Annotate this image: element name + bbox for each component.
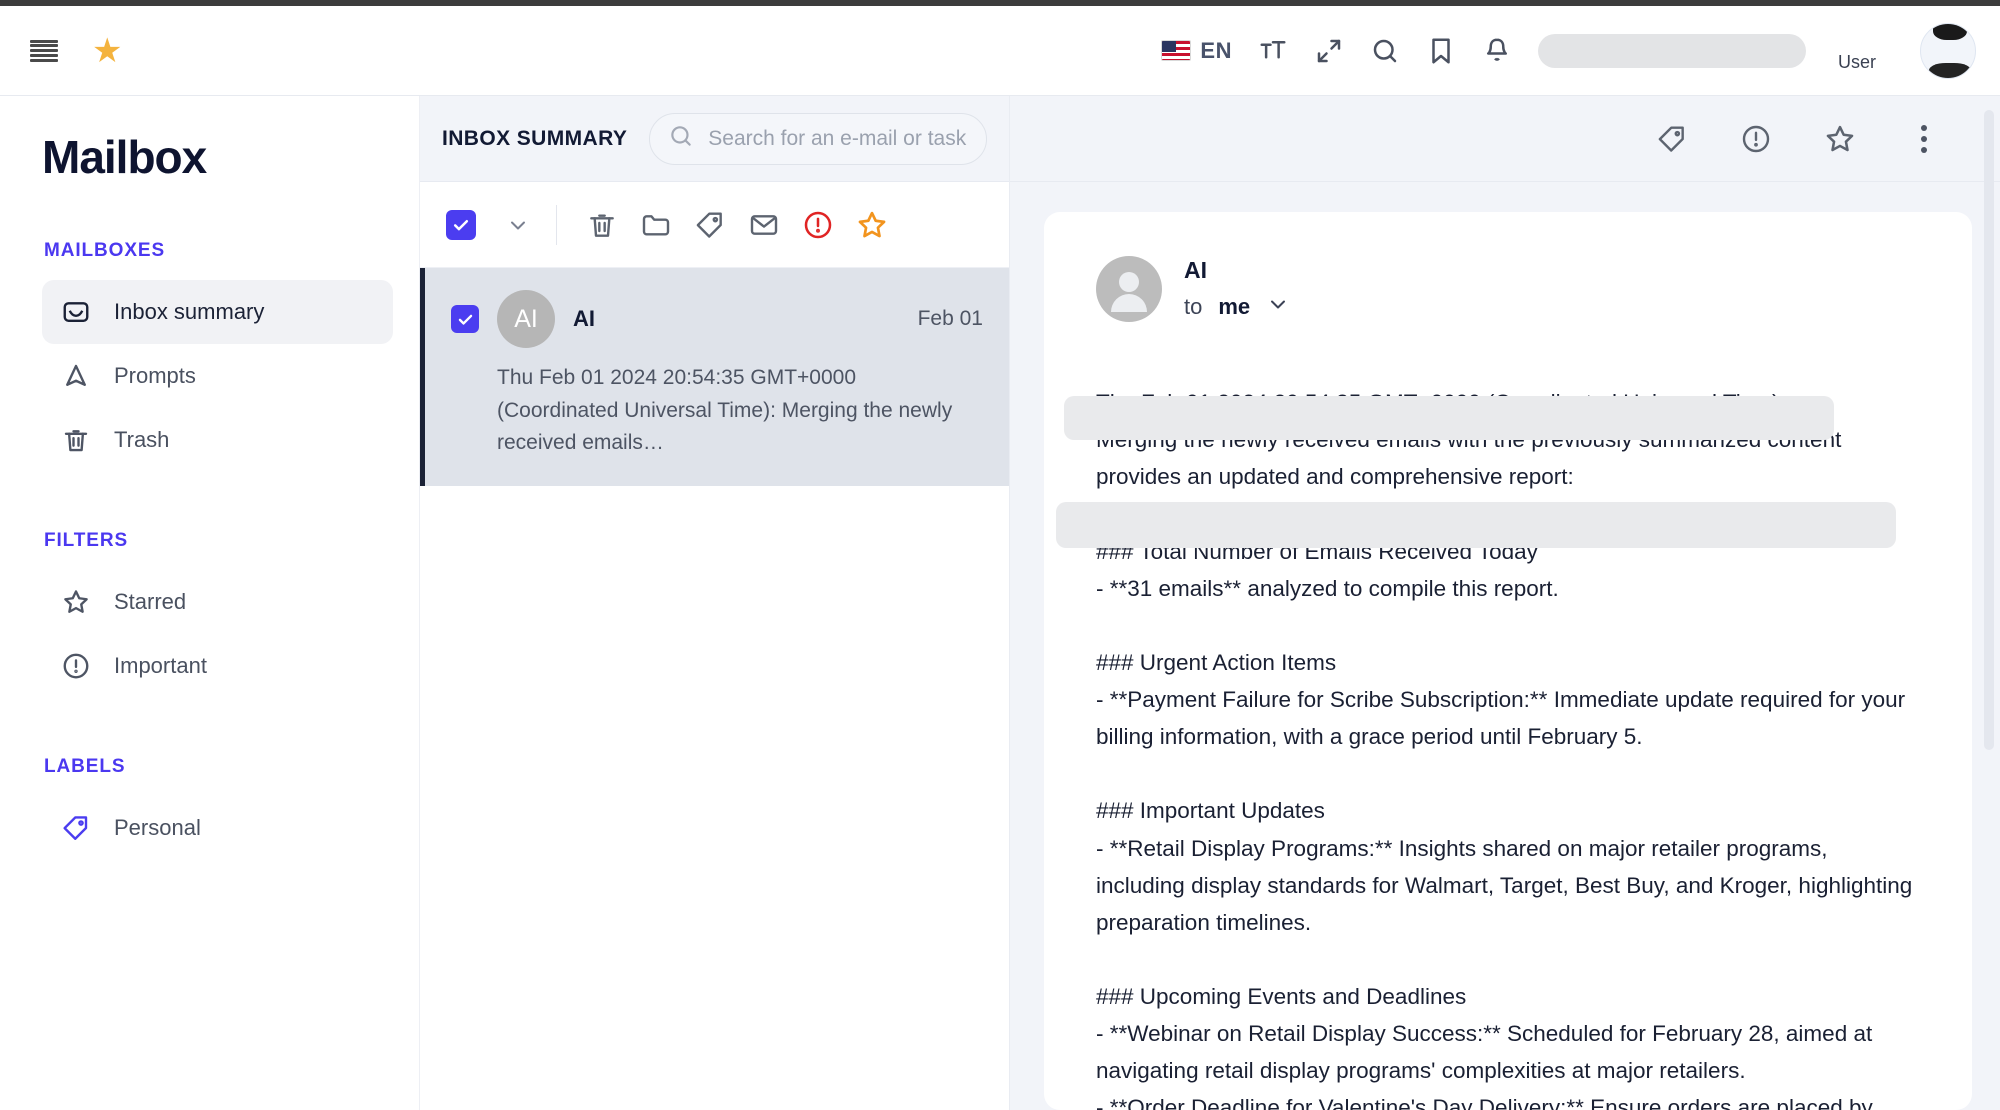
trash-icon xyxy=(60,424,92,456)
message-sender: AI xyxy=(1184,256,1207,283)
bell-icon[interactable] xyxy=(1482,36,1512,66)
chevron-down-icon[interactable] xyxy=(498,205,538,245)
search-box[interactable] xyxy=(649,112,987,165)
redacted-text-block xyxy=(1056,502,1896,548)
delete-button[interactable] xyxy=(575,198,629,252)
toolbar-divider xyxy=(556,204,557,245)
text-size-icon[interactable] xyxy=(1258,36,1288,66)
sidebar-item-important[interactable]: Important xyxy=(42,634,393,698)
select-all-checkbox[interactable] xyxy=(446,209,476,240)
reading-pane-toolbar xyxy=(1010,96,2000,182)
user-name-label: User xyxy=(1837,52,1876,72)
avatar: AI xyxy=(497,290,555,348)
tag-icon xyxy=(60,812,92,844)
sidebar-item-prompts[interactable]: Prompts xyxy=(42,344,393,408)
message-recipient[interactable]: to me xyxy=(1184,292,1290,322)
avatar[interactable] xyxy=(1920,22,1976,79)
hamburger-menu-icon[interactable] xyxy=(30,39,58,62)
important-icon xyxy=(60,650,92,682)
message-card: AI to me T xyxy=(1044,212,1972,1110)
mark-important-button[interactable] xyxy=(1732,115,1780,163)
list-item-date: Feb 01 xyxy=(917,307,983,330)
mark-important-button[interactable] xyxy=(791,198,845,252)
list-title: INBOX SUMMARY xyxy=(442,126,628,150)
more-vertical-icon[interactable] xyxy=(1900,115,1948,163)
sidebar-item-inbox-summary[interactable]: Inbox summary xyxy=(42,280,393,344)
reading-pane-body: AI to me T xyxy=(1010,110,2000,1110)
top-bar-left: ★ xyxy=(30,34,122,68)
sidebar-item-label: Starred xyxy=(114,589,187,614)
language-label: EN xyxy=(1200,37,1232,63)
sidebar-item-label: Personal xyxy=(114,815,201,840)
list-item-checkbox[interactable] xyxy=(451,305,479,333)
list-toolbar xyxy=(420,182,1009,268)
search-icon xyxy=(668,123,694,154)
label-button[interactable] xyxy=(683,198,737,252)
message-body: Thu Feb 01 2024 20:54:35 GMT+0000 (Coord… xyxy=(1096,390,1913,1110)
list-item[interactable]: AI AI Feb 01 Thu Feb 01 2024 20:54:35 GM… xyxy=(420,268,1009,486)
top-bar: ★ EN User xyxy=(0,6,2000,96)
reading-pane: AI to me T xyxy=(1010,96,2000,1110)
us-flag-icon xyxy=(1161,40,1192,61)
scrollbar[interactable] xyxy=(1984,110,1994,750)
main-body: Mailbox MAILBOXES Inbox summary Prompts xyxy=(0,96,2000,1110)
star-button[interactable] xyxy=(1816,115,1864,163)
page-title: Mailbox xyxy=(42,131,207,183)
sidebar-item-label: Trash xyxy=(114,427,170,452)
message-to-prefix: to xyxy=(1184,293,1203,319)
sidebar-item-starred[interactable]: Starred xyxy=(42,570,393,634)
redacted-field xyxy=(1537,33,1806,68)
list-header: INBOX SUMMARY xyxy=(420,96,1009,182)
chevron-down-icon[interactable] xyxy=(1266,292,1290,322)
list-item-header: AI AI Feb 01 xyxy=(451,290,983,348)
user-block: User xyxy=(1838,28,1880,73)
inbox-icon xyxy=(60,296,92,328)
sidebar-section-filters: FILTERS xyxy=(44,530,129,551)
sidebar-section-mailboxes: MAILBOXES xyxy=(44,240,166,261)
list-item-sender: AI xyxy=(573,306,595,331)
redacted-text-block xyxy=(1064,396,1834,440)
search-input[interactable] xyxy=(708,126,968,151)
language-selector[interactable]: EN xyxy=(1161,38,1232,64)
app-window: ★ EN User Mailbox MAILBOXES Inbox summar… xyxy=(0,0,2000,1110)
message-meta: AI to me xyxy=(1184,257,1290,322)
sidebar-item-trash[interactable]: Trash xyxy=(42,408,393,472)
email-list-column: INBOX SUMMARY Search for an e-mail or ta… xyxy=(420,96,1010,1110)
avatar xyxy=(1096,256,1162,322)
star-icon xyxy=(60,586,92,618)
star-button[interactable] xyxy=(845,198,899,252)
search-icon[interactable] xyxy=(1370,36,1400,66)
list-item-snippet: Thu Feb 01 2024 20:54:35 GMT+0000 (Coord… xyxy=(497,366,953,455)
sidebar-item-label: Inbox summary xyxy=(114,299,265,324)
prompts-icon xyxy=(60,360,92,392)
bookmark-icon[interactable] xyxy=(1426,36,1456,66)
top-bar-right: EN User xyxy=(1161,22,1976,79)
move-to-folder-button[interactable] xyxy=(629,198,683,252)
sidebar-item-label: Important xyxy=(114,653,207,678)
fullscreen-icon[interactable] xyxy=(1314,36,1344,66)
label-button[interactable] xyxy=(1648,115,1696,163)
message-to-target: me xyxy=(1218,293,1251,319)
message-header: AI to me xyxy=(1096,256,1920,322)
sidebar: Mailbox MAILBOXES Inbox summary Prompts xyxy=(0,96,420,1110)
mark-unread-button[interactable] xyxy=(737,198,791,252)
star-brand-icon[interactable]: ★ xyxy=(92,34,122,68)
sidebar-item-label: Prompts xyxy=(114,363,196,388)
email-list: AI AI Feb 01 Thu Feb 01 2024 20:54:35 GM… xyxy=(420,268,1009,1110)
sidebar-item-personal[interactable]: Personal xyxy=(42,796,393,860)
sidebar-section-labels: LABELS xyxy=(44,756,126,777)
